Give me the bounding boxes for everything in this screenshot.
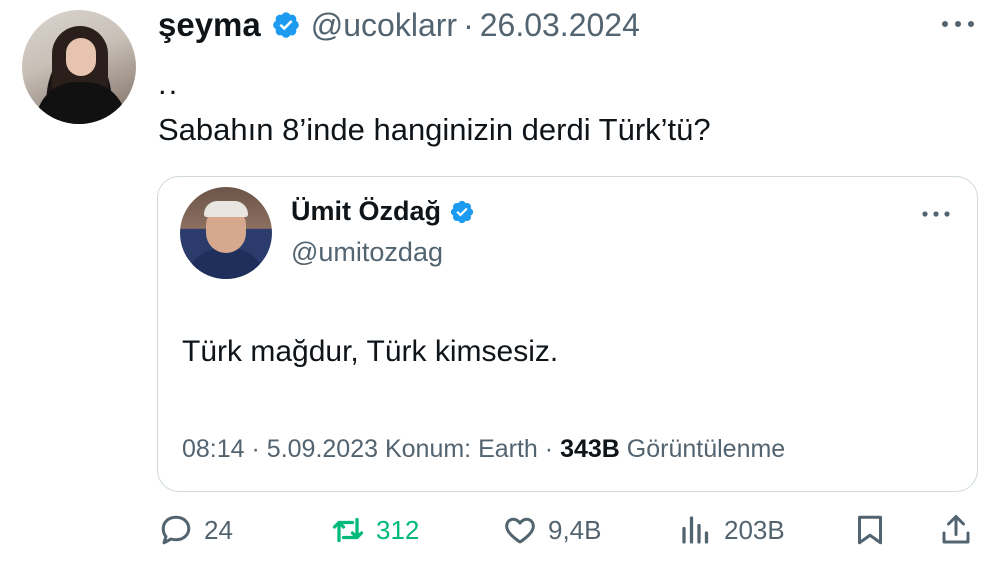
avatar-hair (204, 201, 248, 217)
quoted-views-label: Görüntülenme (626, 435, 786, 463)
quoted-time: 08:14 (182, 435, 245, 463)
tweet-date[interactable]: 26.03.2024 (480, 7, 640, 44)
quoted-author-avatar[interactable] (180, 187, 272, 279)
verified-badge-icon (272, 12, 299, 38)
views-icon (682, 516, 709, 544)
header-separator: · (463, 6, 474, 43)
like-icon (505, 517, 535, 544)
bookmark-button[interactable] (852, 512, 898, 548)
quoted-tweet-meta: 08:14 · 5.09.2023 Konum: Earth · 343B Gö… (182, 435, 785, 464)
more-icon[interactable] (919, 207, 953, 221)
meta-separator: · (544, 435, 554, 463)
reply-button[interactable]: 24 (158, 512, 233, 548)
avatar-suit (188, 249, 264, 279)
meta-separator: · (251, 435, 260, 463)
share-button[interactable] (938, 512, 984, 548)
retweet-count: 312 (376, 514, 420, 545)
verified-badge-icon (450, 200, 474, 223)
bookmark-icon (858, 515, 882, 545)
author-avatar[interactable] (22, 10, 136, 124)
tweet-actions: 24 312 9,4B 203B (158, 512, 976, 556)
author-name[interactable]: şeyma (158, 6, 261, 44)
views-button[interactable]: 203B (678, 512, 785, 548)
quoted-tweet-card[interactable]: Ümit Özdağ @umitozdag Türk mağdur, Türk … (157, 176, 978, 492)
author-handle[interactable]: @ucoklarr (311, 7, 457, 44)
retweet-icon (332, 517, 364, 543)
quoted-location: Konum: Earth (384, 435, 538, 463)
reply-icon (161, 515, 191, 545)
like-count: 9,4B (548, 514, 602, 545)
quoted-author-name-row: Ümit Özdağ (291, 196, 485, 227)
avatar-body (36, 82, 126, 124)
tweet-header: şeyma @ucoklarr · 26.03.2024 (158, 6, 640, 44)
retweet-button[interactable]: 312 (330, 512, 419, 548)
reply-count: 24 (204, 514, 233, 545)
quoted-author-handle[interactable]: @umitozdag (291, 237, 443, 268)
avatar-face (66, 38, 96, 76)
more-icon[interactable] (938, 16, 978, 32)
share-icon (942, 515, 970, 544)
quoted-views-count: 343B (560, 435, 620, 463)
like-button[interactable]: 9,4B (502, 512, 602, 548)
quoted-tweet-text: Türk mağdur, Türk kimsesiz. (182, 335, 559, 368)
tweet-text-line2: Sabahın 8’inde hanginizin derdi Türk’tü? (158, 112, 711, 147)
tweet-text-line1: .. (158, 66, 180, 101)
quoted-author-name[interactable]: Ümit Özdağ (291, 196, 441, 227)
view-count: 203B (724, 514, 785, 545)
quoted-date: 5.09.2023 (266, 435, 379, 463)
